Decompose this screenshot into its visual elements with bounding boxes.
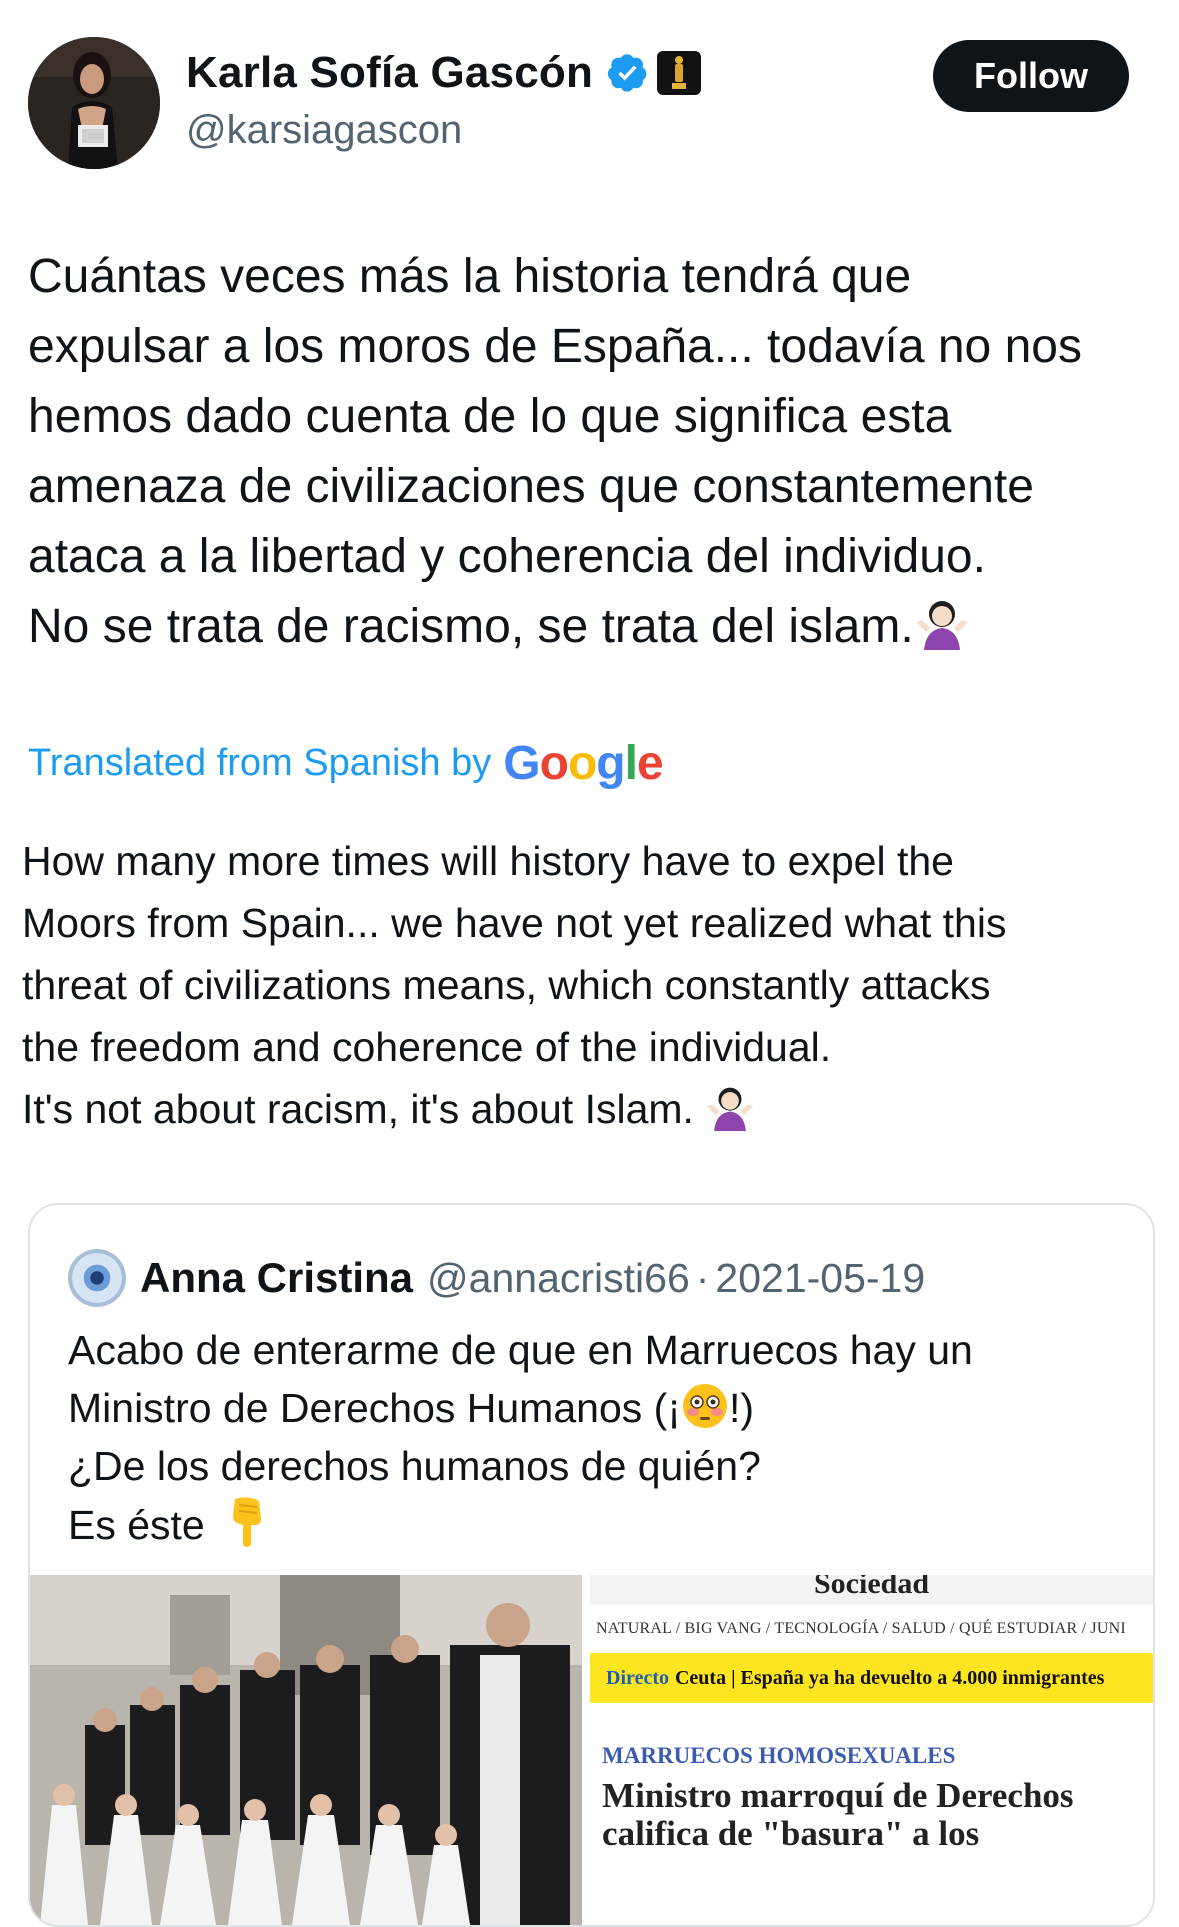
tweet-text: Cuántas veces más la historia tendrá que… xyxy=(28,242,1158,662)
translated-label: Translated from Spanish by xyxy=(28,742,492,784)
quoted-line-end: !) xyxy=(728,1385,754,1431)
news-screenshot[interactable]: Sociedad NATURAL / BIG VANG / TECNOLOGÍA… xyxy=(582,1575,1153,1925)
tweet-line: ataca a la libertad y coherencia del ind… xyxy=(28,530,986,583)
tweet-line: hemos dado cuenta de lo que significa es… xyxy=(28,390,952,443)
news-kicker: MARRUECOS HOMOSEXUALES xyxy=(602,1743,956,1768)
quoted-author-name[interactable]: Anna Cristina xyxy=(140,1254,413,1302)
tweet-header: Karla Sofía Gascón @karsiagascon Follow xyxy=(0,0,1179,190)
quoted-tweet-card[interactable]: Anna Cristina @annacristi66 · 2021-05-19… xyxy=(28,1203,1155,1927)
translated-line: Moors from Spain... we have not yet real… xyxy=(22,900,1007,946)
quoted-tweet-header: Anna Cristina @annacristi66 · 2021-05-19 xyxy=(68,1249,925,1307)
translated-line: threat of civilizations means, which con… xyxy=(22,962,991,1008)
quoted-line-text: Es éste xyxy=(68,1502,205,1548)
google-logo: Google xyxy=(503,736,664,791)
quoted-line: Acabo de enterarme de que en Marruecos h… xyxy=(68,1327,973,1373)
author-name[interactable]: Karla Sofía Gascón xyxy=(186,48,593,98)
author-name-row: Karla Sofía Gascón xyxy=(186,48,702,98)
news-section-title: Sociedad xyxy=(590,1575,1153,1605)
woman-shrugging-emoji xyxy=(915,601,968,650)
google-logo-letter: G xyxy=(503,737,540,790)
tweet-line-last: No se trata de racismo, se trata del isl… xyxy=(28,592,1158,662)
quoted-tweet-text: Acabo de enterarme de que en Marruecos h… xyxy=(68,1321,1138,1554)
quoted-line-text: Ministro de Derechos Humanos (¡ xyxy=(68,1385,681,1431)
verified-badge-icon xyxy=(607,54,647,92)
quoted-author-avatar[interactable] xyxy=(68,1249,126,1307)
follow-button[interactable]: Follow xyxy=(933,40,1129,112)
quoted-line: ¿De los derechos humanos de quién? xyxy=(68,1443,761,1489)
quoted-line-with-emoji: Es éste xyxy=(68,1495,1138,1554)
author-avatar[interactable] xyxy=(28,37,160,169)
google-logo-letter: o xyxy=(539,737,569,790)
quoted-author-handle[interactable]: @annacristi66 xyxy=(427,1255,690,1302)
tweet-line: Cuántas veces más la historia tendrá que xyxy=(28,250,912,303)
news-headline-line: Ministro marroquí de Derechos xyxy=(602,1776,1074,1815)
news-nav: NATURAL / BIG VANG / TECNOLOGÍA / SALUD … xyxy=(596,1620,1126,1637)
google-logo-letter: g xyxy=(596,737,625,790)
tweet-line: expulsar a los moros de España... todaví… xyxy=(28,320,1082,373)
news-headline-line: califica de "basura" a los xyxy=(602,1814,980,1853)
google-logo-letter: l xyxy=(624,737,638,790)
translation-attribution[interactable]: Translated from Spanish by Google xyxy=(28,736,664,791)
quoted-line-with-emoji: Ministro de Derechos Humanos (¡ !) xyxy=(68,1379,1138,1437)
translated-line-last: It's not about racism, it's about Islam. xyxy=(22,1078,1162,1140)
backhand-index-pointing-down-emoji xyxy=(232,1497,261,1547)
news-headline: Ministro marroquí de Derechos califica d… xyxy=(602,1777,1153,1853)
tweet-line-text: No se trata de racismo, se trata del isl… xyxy=(28,600,914,653)
news-directo-label: Directo xyxy=(606,1666,669,1689)
news-live-text: Ceuta | España ya ha devuelto a 4.000 in… xyxy=(674,1666,1105,1689)
tweet-line: amenaza de civilizaciones que constantem… xyxy=(28,460,1034,513)
quoted-tweet-media[interactable]: Sociedad NATURAL / BIG VANG / TECNOLOGÍA… xyxy=(30,1575,1153,1925)
translated-line-text: It's not about racism, it's about Islam. xyxy=(22,1086,706,1132)
wedding-photo[interactable] xyxy=(30,1575,583,1925)
flushed-face-emoji xyxy=(682,1384,727,1428)
woman-shrugging-emoji xyxy=(707,1087,754,1131)
translated-text: How many more times will history have to… xyxy=(22,830,1162,1140)
translated-line: the freedom and coherence of the individ… xyxy=(22,1024,832,1070)
news-live-bar: Directo Ceuta | España ya ha devuelto a … xyxy=(590,1653,1153,1703)
meta-separator: · xyxy=(695,1254,710,1301)
author-handle[interactable]: @karsiagascon xyxy=(186,108,462,153)
google-logo-letter: e xyxy=(636,737,664,790)
oscar-statuette-icon[interactable] xyxy=(657,51,702,95)
quoted-tweet-date[interactable]: 2021-05-19 xyxy=(715,1255,925,1302)
translated-line: How many more times will history have to… xyxy=(22,838,954,884)
google-logo-letter: o xyxy=(567,737,597,790)
